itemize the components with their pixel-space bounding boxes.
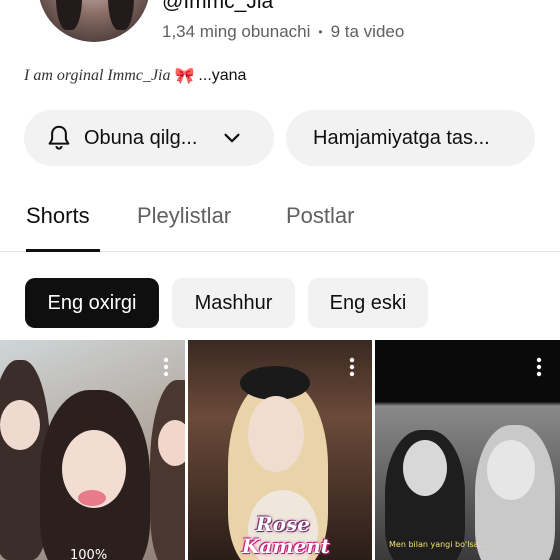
tab-playlists[interactable]: Pleylistlar — [137, 203, 231, 229]
tab-shorts[interactable]: Shorts — [26, 203, 90, 229]
bio-text: I am orginal Immc_Jia — [24, 67, 171, 84]
active-tab-indicator — [26, 249, 100, 252]
community-label: Hamjamiyatga tas... — [313, 126, 490, 149]
channel-stats: 1,34 ming obunachi • 9 ta video — [162, 22, 404, 42]
filter-chip-latest[interactable]: Eng oxirgi — [25, 278, 159, 328]
filter-chip-popular[interactable]: Mashhur — [172, 278, 295, 328]
more-vert-icon[interactable] — [342, 356, 362, 378]
channel-avatar[interactable] — [38, 0, 150, 42]
short-3-overlay: Men bilan yangi bo'lsa... — [389, 540, 487, 549]
subscribe-button[interactable]: Obuna qilg... — [24, 110, 274, 166]
filter-chip-oldest[interactable]: Eng eski — [308, 278, 428, 328]
short-1-overlay: 100% — [70, 548, 108, 560]
channel-bio[interactable]: I am orginal Immc_Jia 🎀 ...yana — [24, 66, 246, 86]
more-vert-icon[interactable] — [529, 356, 549, 378]
short-thumbnail-2[interactable]: Rose Kament — [188, 340, 372, 560]
ribbon-icon: 🎀 — [174, 68, 195, 85]
short-2-subtitle-overlay: Kament — [242, 534, 331, 558]
subscriber-count: 1,34 ming obunachi — [162, 22, 311, 41]
separator-dot: • — [318, 25, 323, 39]
channel-handle: @Immc_Jia — [162, 0, 274, 13]
video-count: 9 ta video — [330, 22, 405, 41]
bio-more-link[interactable]: ...yana — [198, 67, 246, 85]
community-button[interactable]: Hamjamiyatga tas... — [286, 110, 535, 166]
short-2-title-overlay: Rose — [256, 512, 310, 536]
chevron-down-icon — [224, 133, 240, 143]
short-thumbnail-1[interactable]: 100% — [0, 340, 185, 560]
more-vert-icon[interactable] — [156, 356, 176, 378]
bell-icon — [48, 125, 70, 150]
subscribe-label: Obuna qilg... — [84, 126, 198, 149]
short-thumbnail-3[interactable]: Men bilan yangi bo'lsa... — [375, 340, 560, 560]
tab-posts[interactable]: Postlar — [286, 203, 354, 229]
channel-tabs: Shorts Pleylistlar Postlar — [0, 186, 560, 252]
